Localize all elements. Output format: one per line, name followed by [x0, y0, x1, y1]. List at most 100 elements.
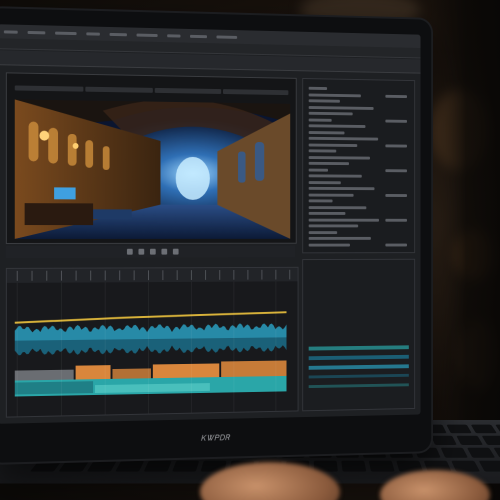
- track-clip[interactable]: [14, 369, 74, 381]
- ruler-tick: [176, 270, 178, 280]
- ruler-tick: [205, 270, 207, 280]
- property-row[interactable]: [308, 180, 341, 184]
- keyboard-key: [430, 435, 457, 445]
- audio-track-clip[interactable]: [14, 381, 94, 395]
- property-row[interactable]: [308, 218, 380, 222]
- property-row[interactable]: [308, 205, 367, 209]
- property-row[interactable]: [308, 230, 338, 234]
- property-row[interactable]: [308, 124, 366, 128]
- property-row[interactable]: [308, 193, 354, 197]
- keyboard-key: [446, 424, 472, 434]
- property-row[interactable]: [308, 199, 333, 203]
- timeline-gridline: [233, 281, 235, 412]
- video-preview-frame: [14, 99, 291, 239]
- menu-item[interactable]: [109, 32, 127, 36]
- property-row[interactable]: [308, 161, 350, 166]
- ruler-tick: [46, 270, 48, 281]
- ruler-tick: [289, 269, 291, 280]
- property-row[interactable]: [308, 130, 345, 134]
- keyboard-key: [440, 447, 468, 458]
- ruler-tick: [275, 269, 277, 280]
- stop-icon[interactable]: [138, 248, 145, 255]
- pause-icon[interactable]: [161, 248, 168, 255]
- forward-icon[interactable]: [172, 248, 179, 255]
- rewind-icon[interactable]: [126, 248, 133, 255]
- keyboard-key: [456, 435, 483, 445]
- menu-item[interactable]: [136, 33, 158, 37]
- keyboard-key: [451, 460, 481, 472]
- property-row[interactable]: [308, 93, 361, 97]
- tab[interactable]: [14, 85, 84, 92]
- ruler-tick: [119, 270, 121, 281]
- volume-keyframe-line[interactable]: [15, 312, 287, 322]
- property-value: [385, 243, 408, 246]
- property-value: [385, 143, 408, 148]
- menu-item[interactable]: [167, 33, 181, 38]
- ruler-tick: [261, 269, 263, 280]
- timeline-tracks[interactable]: [7, 281, 298, 416]
- hall-render-image: [14, 99, 291, 239]
- property-row[interactable]: [308, 105, 374, 110]
- audio-mixer-panel: [302, 258, 416, 412]
- ruler-tick: [219, 270, 221, 280]
- menu-item[interactable]: [3, 29, 18, 34]
- property-row[interactable]: [308, 224, 359, 228]
- effects-panel: [302, 77, 416, 254]
- property-row[interactable]: [308, 118, 332, 122]
- track-clip[interactable]: [112, 368, 151, 379]
- ruler-tick: [16, 270, 18, 281]
- property-row[interactable]: [308, 136, 379, 141]
- ruler-tick: [75, 270, 77, 281]
- ruler-tick: [190, 270, 192, 280]
- keyboard-key: [470, 424, 497, 434]
- property-row[interactable]: [308, 111, 353, 116]
- property-row[interactable]: [308, 236, 371, 240]
- timeline-gridline: [104, 282, 106, 415]
- menu-item[interactable]: [216, 34, 238, 39]
- menu-item[interactable]: [55, 31, 77, 35]
- tab[interactable]: [154, 87, 222, 94]
- property-row[interactable]: [308, 149, 337, 153]
- property-row[interactable]: [308, 99, 340, 103]
- ruler-tick: [133, 270, 135, 281]
- menu-item[interactable]: [27, 30, 46, 34]
- keyboard-key: [467, 447, 496, 458]
- timeline-gridline: [148, 282, 150, 414]
- menu-item[interactable]: [86, 31, 100, 36]
- timeline-gridline: [275, 281, 277, 411]
- keyboard-key: [58, 460, 90, 472]
- property-value: [385, 94, 408, 98]
- property-row[interactable]: [308, 186, 375, 191]
- monitor-tabs: [14, 81, 289, 98]
- ruler-tick: [162, 270, 164, 281]
- keyboard-key: [493, 447, 500, 458]
- tab[interactable]: [223, 89, 289, 96]
- ruler-tick: [148, 270, 150, 281]
- property-row[interactable]: [308, 143, 358, 147]
- timeline-panel[interactable]: [5, 266, 299, 418]
- ruler-tick: [31, 270, 33, 281]
- play-icon[interactable]: [149, 248, 156, 255]
- property-row[interactable]: [308, 168, 328, 172]
- track-clip[interactable]: [221, 360, 287, 378]
- keyboard-key: [115, 460, 145, 472]
- keyboard-key: [368, 460, 395, 472]
- menu-item[interactable]: [189, 34, 208, 38]
- ruler-tick: [104, 270, 106, 281]
- laptop-screen: [0, 24, 421, 424]
- property-row[interactable]: [308, 243, 350, 247]
- track-clip[interactable]: [152, 363, 220, 379]
- program-monitor[interactable]: [5, 72, 297, 244]
- property-value: [385, 193, 408, 197]
- mixer-tracks: [308, 345, 409, 389]
- property-row[interactable]: [308, 155, 370, 160]
- transport-controls: [5, 245, 295, 258]
- tab[interactable]: [85, 86, 153, 93]
- keyboard-key: [341, 460, 367, 472]
- property-row[interactable]: [308, 86, 328, 90]
- property-row[interactable]: [308, 211, 346, 215]
- timeline-gridline: [60, 282, 62, 416]
- property-row[interactable]: [308, 174, 362, 178]
- ruler-tick: [233, 269, 235, 280]
- keyboard-key: [172, 460, 200, 472]
